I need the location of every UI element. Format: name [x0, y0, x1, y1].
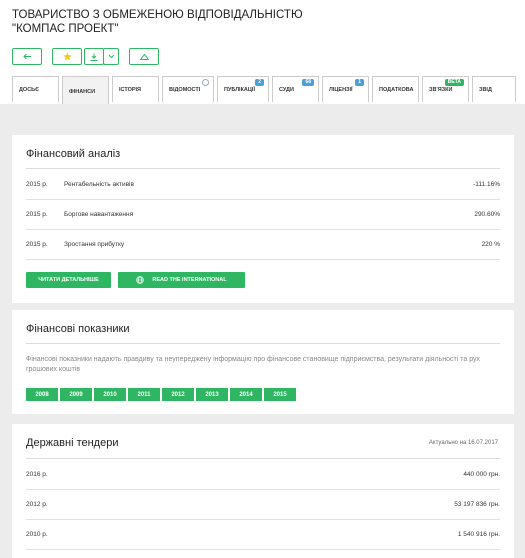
year-button[interactable]: 2012	[162, 388, 194, 401]
row-value: 290.60%	[474, 210, 500, 218]
table-row: 2010 р. 1 540 916 грн.	[26, 519, 500, 550]
row-year: 2010 р.	[26, 530, 48, 538]
download-button[interactable]	[84, 48, 104, 65]
row-label: Рентабельність активів	[64, 180, 134, 188]
row-year: 2012 р.	[26, 500, 48, 508]
tab-label: Відомості	[169, 87, 201, 93]
tab-records[interactable]: Відомості	[162, 76, 214, 102]
back-button[interactable]	[12, 48, 42, 65]
favorite-button[interactable]	[52, 48, 82, 65]
tab-history[interactable]: Історія	[112, 76, 159, 102]
year-button[interactable]: 2011	[128, 388, 160, 401]
table-row: 2015 р. Зростання прибутку 220 %	[26, 229, 500, 260]
arrow-left-icon	[22, 53, 31, 60]
chevron-down-icon	[108, 54, 114, 59]
row-year: 2015 р.	[26, 210, 48, 218]
actual-date: Актуально на 16.07.2017	[428, 440, 498, 446]
financial-analysis-card: Фінансовий аналіз 2015 р. Рентабельність…	[12, 135, 514, 303]
button-label: Read the international	[152, 277, 227, 283]
table-row: 2015 р. Боргове навантаження 290.60%	[26, 199, 500, 230]
table-row: 2012 р. 53 197 836 грн.	[26, 489, 500, 520]
status-ring-icon	[202, 79, 209, 86]
tab-label: Суди	[279, 87, 294, 93]
tab-badge: beta	[444, 79, 464, 86]
row-value: 53 197 836 грн.	[454, 500, 500, 508]
year-button[interactable]: 2015	[264, 388, 296, 401]
section-title: Фінансовий аналіз	[26, 148, 121, 160]
table-row: 2016 р. 440 000 грн.	[26, 459, 500, 490]
financial-indicators-card: Фінансові показники Фінансові показники …	[12, 310, 514, 414]
tab-label: Досьє	[19, 87, 40, 93]
tab-dossier[interactable]: Досьє	[12, 76, 59, 102]
row-year: 2016 р.	[26, 470, 48, 478]
tab-connections[interactable]: beta Зв'язки	[422, 76, 469, 102]
section-description: Фінансові показники надають правдиву та …	[26, 356, 481, 373]
year-button[interactable]: 2010	[94, 388, 126, 401]
download-dropdown-button[interactable]	[103, 48, 119, 65]
globe-icon	[136, 276, 145, 284]
download-icon	[90, 53, 98, 61]
tab-summary[interactable]: Звід	[472, 76, 516, 102]
read-international-button[interactable]: Read the international	[118, 272, 245, 288]
row-label: Зростання прибутку	[64, 240, 125, 248]
row-value: -111.16%	[473, 180, 500, 188]
row-value: 220 %	[481, 240, 500, 248]
tab-tax[interactable]: Податкова	[372, 76, 419, 102]
row-year: 2015 р.	[26, 180, 48, 188]
tab-badge: 68	[302, 79, 314, 86]
company-title: ТОВАРИСТВО З ОБМЕЖЕНОЮ ВІДПОВІДАЛЬНІСТЮ …	[12, 9, 303, 35]
tab-label: Історія	[119, 87, 142, 93]
tab-label: Зв'язки	[429, 87, 453, 93]
row-value: 440 000 грн.	[463, 470, 500, 478]
section-title: Фінансові показники	[26, 323, 130, 335]
table-row: 2015 р. Рентабельність активів -111.16%	[26, 169, 500, 200]
triangle-up-icon	[139, 53, 149, 60]
year-button[interactable]: 2014	[230, 388, 262, 401]
read-more-button[interactable]: Читати детальніше	[26, 272, 111, 288]
year-button[interactable]: 2008	[26, 388, 58, 401]
divider	[26, 343, 500, 344]
tab-courts[interactable]: 68 Суди	[272, 76, 319, 102]
tab-licenses[interactable]: 1 Ліцензії	[322, 76, 369, 102]
row-year: 2015 р.	[26, 240, 48, 248]
year-button[interactable]: 2013	[196, 388, 228, 401]
tab-label: Податкова	[379, 87, 414, 93]
year-selector: 2008 2009 2010 2011 2012 2013 2014 2015	[26, 388, 296, 401]
row-value: 1 540 916 грн.	[457, 530, 500, 538]
tab-badge: 2	[255, 79, 264, 86]
star-icon	[62, 52, 72, 61]
tab-publications[interactable]: 2 Публікації	[217, 76, 269, 102]
button-label: Читати детальніше	[38, 277, 99, 283]
tab-label: Фінанси	[69, 89, 96, 95]
tab-label: Звід	[479, 87, 492, 93]
section-title: Державні тендери	[26, 437, 119, 449]
year-button[interactable]: 2009	[60, 388, 92, 401]
row-label: Боргове навантаження	[64, 210, 134, 218]
tab-finance[interactable]: Фінанси	[62, 76, 109, 104]
tab-label: Публікації	[224, 87, 255, 93]
tab-label: Ліцензії	[329, 87, 353, 93]
tab-badge: 1	[355, 79, 364, 86]
monitor-button[interactable]	[129, 48, 159, 65]
public-tenders-card: Державні тендери Актуально на 16.07.2017…	[12, 424, 514, 558]
